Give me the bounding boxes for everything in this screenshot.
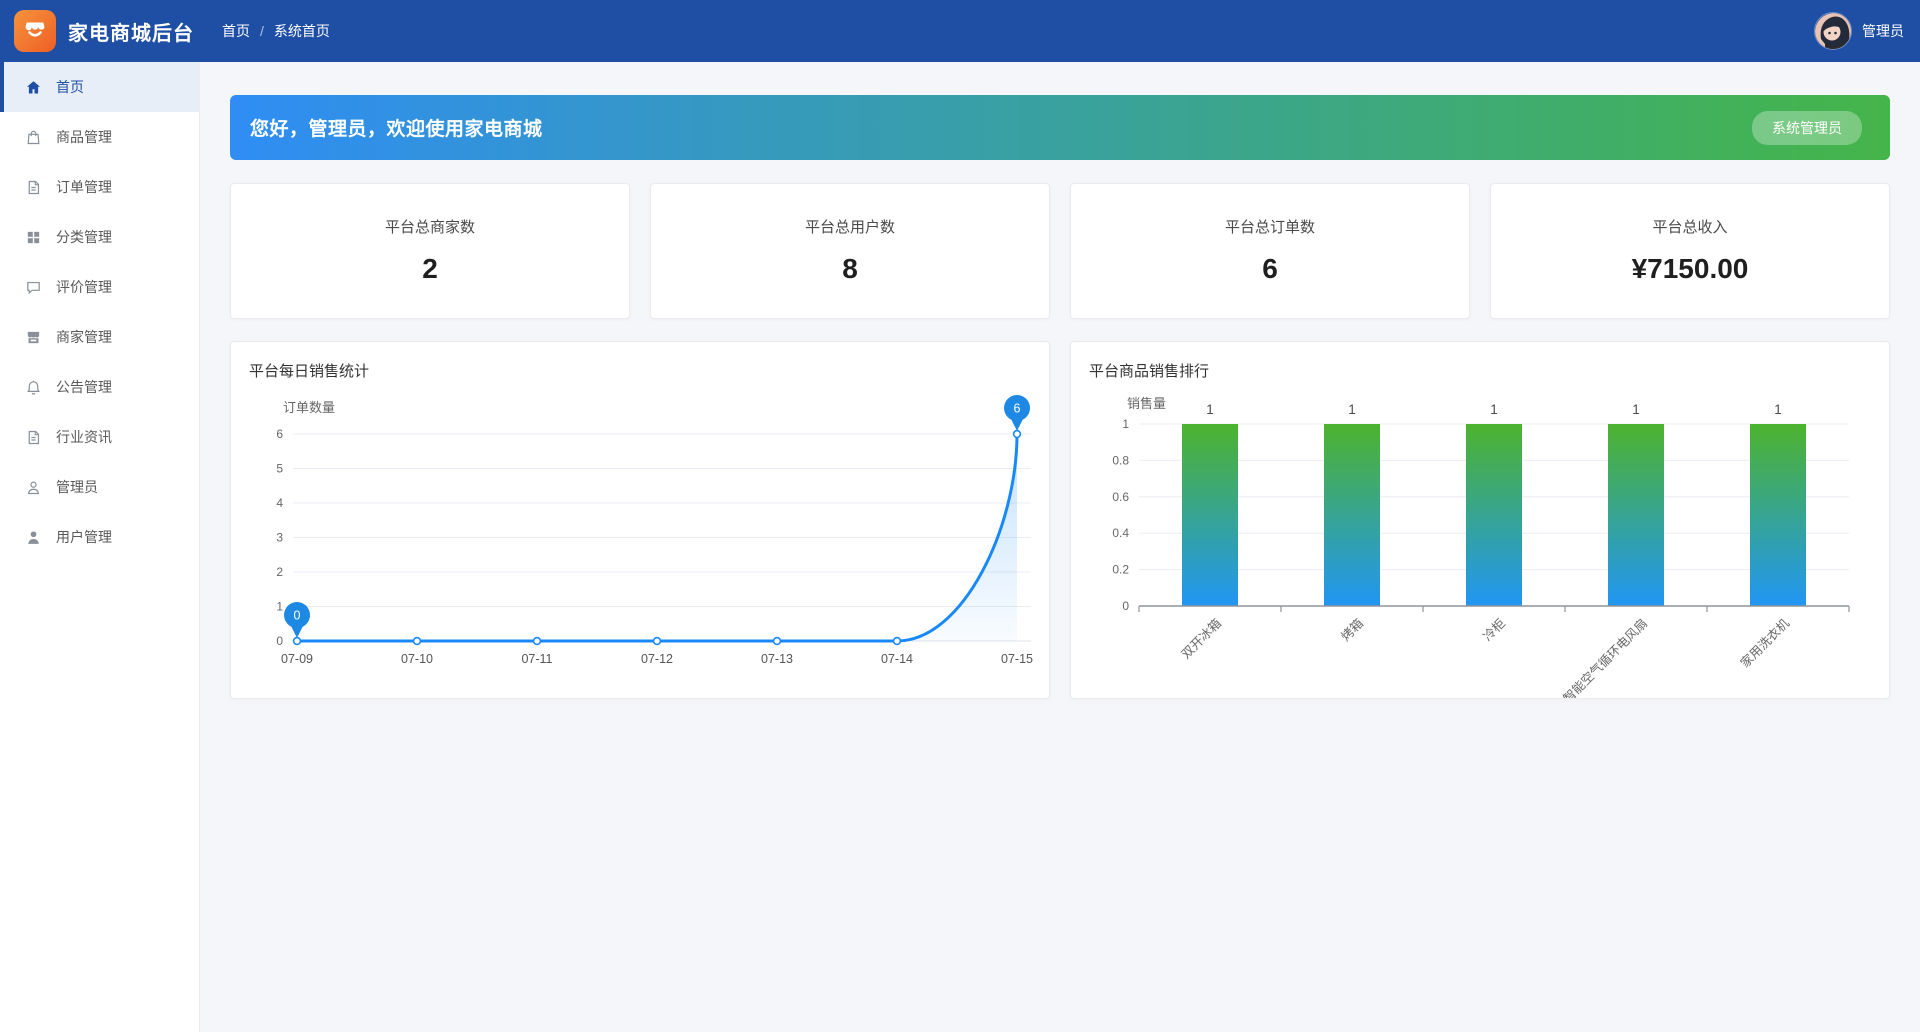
svg-text:3: 3	[276, 531, 283, 545]
svg-text:6: 6	[276, 427, 283, 441]
stat-card-merchants: 平台总商家数 2	[230, 183, 630, 319]
svg-text:07-14: 07-14	[881, 652, 913, 666]
sidebar-item-label: 商品管理	[56, 129, 112, 145]
sidebar-item-announcements[interactable]: 公告管理	[0, 362, 199, 412]
breadcrumb-home[interactable]: 首页	[222, 21, 250, 41]
stat-value: 6	[1262, 253, 1278, 284]
user-avatar[interactable]	[1814, 12, 1852, 50]
svg-text:冷柜: 冷柜	[1481, 616, 1509, 644]
stat-label: 平台总订单数	[1224, 219, 1315, 236]
stat-label: 平台总商家数	[384, 219, 475, 236]
sidebar-item-label: 公告管理	[56, 379, 112, 395]
svg-text:6: 6	[1014, 402, 1021, 416]
app-logo-icon	[14, 10, 56, 52]
stat-value: 8	[842, 253, 858, 284]
svg-text:家用洗衣机: 家用洗衣机	[1737, 615, 1792, 670]
app-title: 家电商城后台	[68, 22, 194, 45]
sidebar-item-admins[interactable]: 管理员	[0, 462, 199, 512]
sidebar-item-orders[interactable]: 订单管理	[0, 162, 199, 212]
sidebar-item-reviews[interactable]: 评价管理	[0, 262, 199, 312]
breadcrumb-separator: /	[260, 23, 264, 39]
charts-row: 平台每日销售统计 0 1 2 3 4 5 6 订单数量 07-09 07-10 07-11 07-1…	[230, 341, 1890, 699]
sidebar-item-label: 管理员	[56, 479, 98, 495]
svg-text:0: 0	[294, 609, 301, 623]
svg-text:5: 5	[276, 462, 283, 476]
svg-text:1: 1	[1490, 402, 1498, 417]
svg-text:1: 1	[276, 600, 283, 614]
sidebar-item-label: 首页	[56, 79, 84, 95]
breadcrumb-current[interactable]: 系统首页	[274, 21, 330, 41]
home-icon	[24, 78, 42, 96]
svg-text:0.2: 0.2	[1112, 563, 1129, 577]
main-content: 您好，管理员，欢迎使用家电商城 系统管理员 平台总商家数 2 平台总用户数 8 …	[200, 62, 1920, 1032]
comment-icon	[24, 278, 42, 296]
daily-sales-line-chart: 平台每日销售统计 0 1 2 3 4 5 6 订单数量 07-09 07-10 07-11 07-1…	[230, 341, 1050, 699]
product-sales-bar-chart: 平台商品销售排行 0 0.2 0.4 0.6 0.8 1 销售量 1 1 1 1 1 双开冰箱 烤箱 冷柜 智…	[1070, 341, 1890, 699]
svg-text:2: 2	[276, 565, 283, 579]
sidebar-item-merchants[interactable]: 商家管理	[0, 312, 199, 362]
sidebar-nav: 首页 商品管理 订单管理 分类管理 评价管理 商家管理 公告管理 行业资讯 管理…	[0, 62, 200, 1032]
svg-text:销售量: 销售量	[1127, 396, 1166, 411]
bag-icon	[24, 128, 42, 146]
sidebar-item-label: 分类管理	[56, 229, 112, 245]
bar-chart-canvas[interactable]: 0 0.2 0.4 0.6 0.8 1 销售量 1 1 1 1 1 双开冰箱 烤箱 冷柜 智能空气循环电风扇 家…	[1089, 386, 1871, 698]
svg-text:1: 1	[1632, 402, 1640, 417]
sidebar-item-label: 评价管理	[56, 279, 112, 295]
bell-icon	[24, 378, 42, 396]
role-badge: 系统管理员	[1752, 110, 1862, 145]
line-chart-canvas[interactable]: 0 1 2 3 4 5 6 订单数量 07-09 07-10 07-11 07-12 07-13 07-…	[249, 386, 1033, 676]
order-doc-icon	[24, 178, 42, 196]
svg-text:07-15: 07-15	[1001, 652, 1033, 666]
stat-value: 2	[422, 253, 438, 284]
stats-row: 平台总商家数 2 平台总用户数 8 平台总订单数 6 平台总收入 ¥7150.0…	[230, 183, 1890, 319]
chart-title: 平台每日销售统计	[249, 363, 370, 380]
stat-card-revenue: 平台总收入 ¥7150.00	[1490, 183, 1890, 319]
stat-card-users: 平台总用户数 8	[650, 183, 1050, 319]
news-doc-icon	[24, 428, 42, 446]
svg-text:1: 1	[1348, 402, 1356, 417]
top-header: 家电商城后台 首页 / 系统首页 管理员	[0, 0, 1920, 62]
stat-value: ¥7150.00	[1631, 253, 1749, 284]
sidebar-item-industry-news[interactable]: 行业资讯	[0, 412, 199, 462]
sidebar-item-label: 行业资讯	[56, 429, 112, 445]
welcome-message: 您好，管理员，欢迎使用家电商城	[250, 119, 543, 140]
svg-text:07-11: 07-11	[521, 652, 552, 666]
stat-label: 平台总用户数	[804, 219, 895, 236]
svg-text:1: 1	[1206, 402, 1214, 417]
svg-text:07-09: 07-09	[281, 652, 313, 666]
svg-text:订单数量: 订单数量	[283, 400, 335, 415]
svg-text:烤箱: 烤箱	[1338, 616, 1366, 644]
chart-title: 平台商品销售排行	[1089, 363, 1210, 380]
svg-text:双开冰箱: 双开冰箱	[1178, 616, 1224, 662]
svg-text:4: 4	[276, 496, 283, 510]
svg-text:0.8: 0.8	[1112, 453, 1129, 467]
sidebar-item-label: 订单管理	[56, 179, 112, 195]
svg-text:0: 0	[1122, 599, 1129, 613]
user-icon	[24, 528, 42, 546]
grid-icon	[24, 228, 42, 246]
svg-text:智能空气循环电风扇: 智能空气循环电风扇	[1560, 616, 1650, 699]
sidebar-item-products[interactable]: 商品管理	[0, 112, 199, 162]
welcome-banner: 您好，管理员，欢迎使用家电商城 系统管理员	[230, 95, 1890, 160]
svg-text:07-13: 07-13	[761, 652, 793, 666]
sidebar-item-categories[interactable]: 分类管理	[0, 212, 199, 262]
store-icon	[24, 328, 42, 346]
sidebar-item-home[interactable]: 首页	[0, 62, 199, 112]
svg-text:0: 0	[276, 634, 283, 648]
admin-icon	[24, 478, 42, 496]
svg-text:0.4: 0.4	[1112, 526, 1129, 540]
sidebar-item-label: 商家管理	[56, 329, 112, 345]
svg-text:07-12: 07-12	[641, 652, 673, 666]
sidebar-item-label: 用户管理	[56, 529, 112, 545]
sidebar-item-users[interactable]: 用户管理	[0, 512, 199, 562]
breadcrumb: 首页 / 系统首页	[222, 21, 330, 41]
header-user-name[interactable]: 管理员	[1862, 21, 1904, 41]
stat-card-orders: 平台总订单数 6	[1070, 183, 1470, 319]
svg-text:0.6: 0.6	[1112, 490, 1129, 504]
svg-text:1: 1	[1122, 417, 1129, 431]
svg-text:1: 1	[1774, 402, 1782, 417]
stat-label: 平台总收入	[1652, 219, 1728, 236]
svg-text:07-10: 07-10	[401, 652, 433, 666]
